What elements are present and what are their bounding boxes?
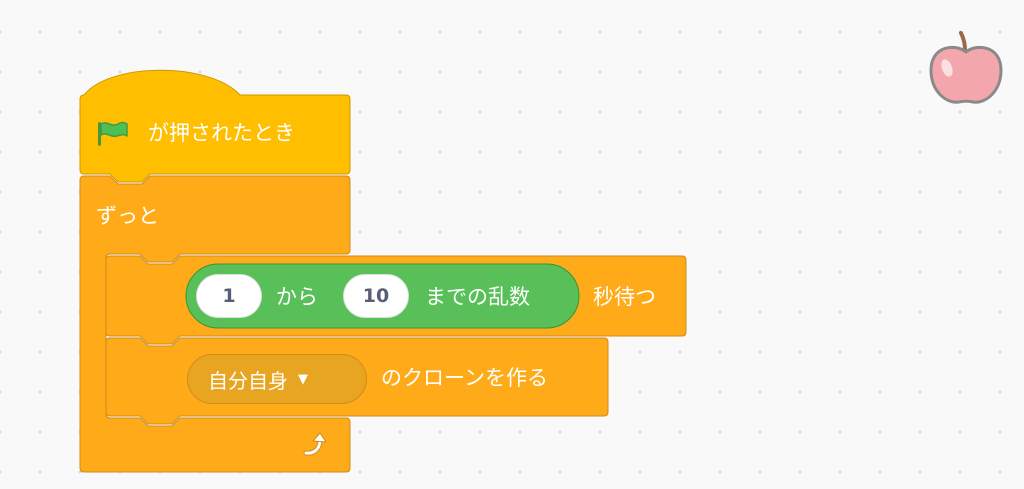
- chevron-down-icon: ▼: [298, 371, 308, 387]
- block-shapes: [79, 69, 687, 473]
- clone-target-dropdown[interactable]: 自分自身 ▼: [187, 354, 367, 404]
- clone-target-value: 自分自身: [208, 368, 288, 393]
- hat-block-label: が押されたとき: [148, 121, 295, 145]
- random-to-value: 10: [362, 285, 390, 307]
- clone-block-suffix-label: のクローンを作る: [381, 366, 548, 390]
- scripts-workspace[interactable]: が押されたとき ずっと 1 から 10 までの乱数 秒待つ 自分自身 ▼ のクロ…: [0, 0, 1024, 489]
- apple-icon[interactable]: [925, 28, 1007, 114]
- loop-arrow-icon: [302, 432, 328, 462]
- random-from-value: 1: [222, 285, 236, 307]
- random-from-input[interactable]: 1: [196, 274, 262, 318]
- wait-block-suffix-label: 秒待つ: [593, 285, 656, 309]
- forever-block-label: ずっと: [96, 204, 159, 228]
- random-middle-label: から: [276, 285, 318, 309]
- random-suffix-label: までの乱数: [425, 285, 530, 309]
- random-to-input[interactable]: 10: [343, 274, 409, 318]
- green-flag-icon: [96, 121, 130, 151]
